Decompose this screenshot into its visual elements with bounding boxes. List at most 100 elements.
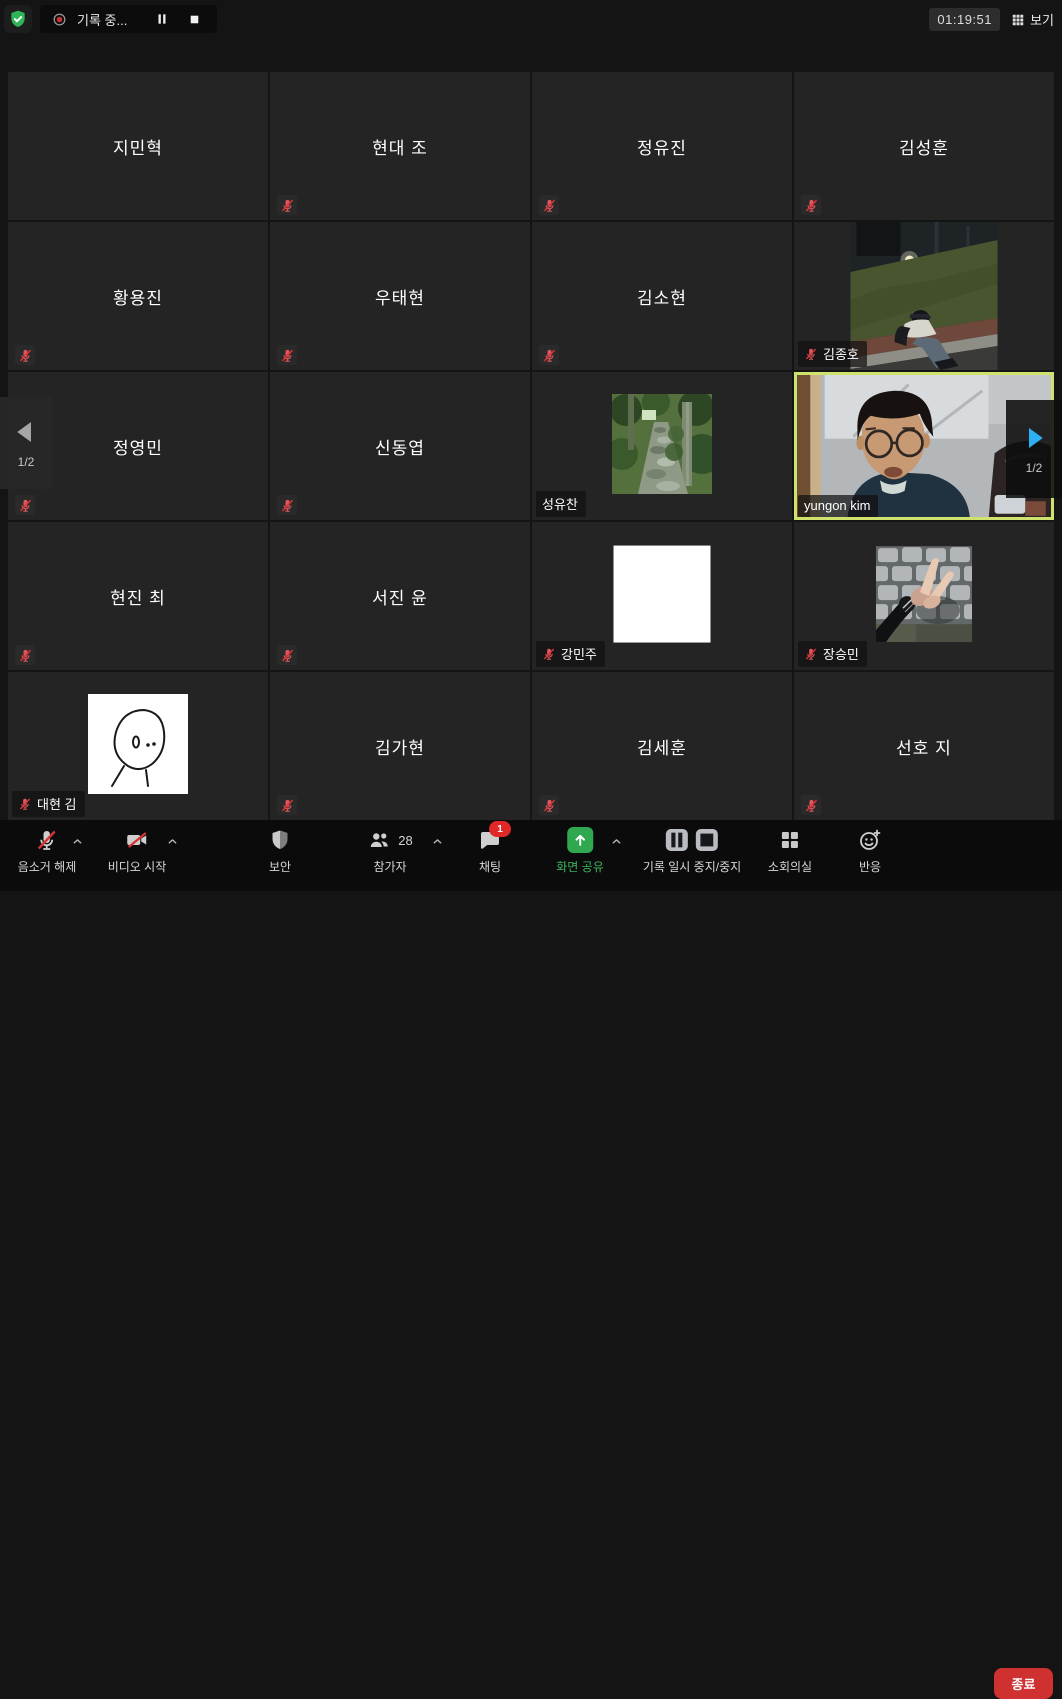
breakout-rooms-button[interactable]: 소회의실 [768, 827, 812, 875]
security-button[interactable]: 보안 [268, 827, 292, 875]
participants-icon [367, 828, 391, 852]
chat-unread-badge: 1 [489, 821, 511, 837]
mic-muted-icon [277, 495, 297, 515]
page-indicator: 1/2 [18, 455, 35, 469]
share-screen-button[interactable]: 화면 공유 [556, 827, 604, 875]
mic-muted-icon [15, 495, 35, 515]
recording-indicator-pill: 기록 중... [40, 5, 217, 33]
view-button[interactable]: 보기 [1011, 8, 1054, 31]
meeting-top-bar: 기록 중... 01:19:51 보기 [0, 0, 1062, 40]
grid-view-icon [1011, 13, 1025, 27]
participant-name-label: 성유찬 [536, 491, 586, 517]
participant-tile[interactable]: 우태현 [270, 222, 530, 370]
participant-name: 서진 윤 [270, 522, 530, 670]
participant-tile[interactable]: 김세훈 [532, 672, 792, 820]
participant-tile[interactable]: 신동엽 [270, 372, 530, 520]
mic-muted-icon [539, 795, 559, 815]
participant-tile[interactable]: 김종호 [794, 222, 1054, 370]
mic-muted-icon [18, 797, 32, 811]
camera-muted-icon [125, 828, 149, 852]
participant-tile[interactable]: 현진 최 [8, 522, 268, 670]
participant-name: 김소현 [532, 222, 792, 370]
participant-name: 선호 지 [794, 672, 1054, 820]
participant-tile[interactable]: 김성훈 [794, 72, 1054, 220]
participant-name: 김가현 [270, 672, 530, 820]
participant-name: 김세훈 [532, 672, 792, 820]
security-encryption-button[interactable] [4, 5, 32, 33]
participant-tile[interactable]: 성유찬 [532, 372, 792, 520]
mic-muted-icon [277, 195, 297, 215]
next-page-arrow-icon [1019, 423, 1049, 453]
next-page-button[interactable]: 1/2 [1006, 400, 1062, 498]
mic-muted-icon [15, 645, 35, 665]
participant-name: 황용진 [8, 222, 268, 370]
participant-gallery: 지민혁 현대 조 정유진 김성훈 황용진 우태현 김소현 [8, 72, 1054, 820]
pause-icon [155, 12, 169, 26]
participant-name-label: yungon kim [798, 495, 878, 517]
mic-muted-icon [804, 347, 818, 361]
video-thumbnail-hand-peace [876, 546, 972, 642]
mic-muted-icon [804, 647, 818, 661]
unmute-button[interactable]: 음소거 해제 [18, 827, 77, 875]
video-thumbnail-white-square [614, 546, 711, 643]
participant-tile[interactable]: 장승민 [794, 522, 1054, 670]
participant-name-label: 강민주 [536, 641, 605, 667]
participant-tile[interactable]: 황용진 [8, 222, 268, 370]
recording-status-text: 기록 중... [77, 10, 127, 29]
participant-tile[interactable]: 김가현 [270, 672, 530, 820]
meeting-toolbar: 음소거 해제 비디오 시작 보안 28 참가자 1 채팅 화면 공유 [0, 820, 1062, 891]
stop-icon [188, 13, 201, 26]
previous-page-button[interactable]: 1/2 [0, 397, 52, 489]
participant-tile[interactable]: 강민주 [532, 522, 792, 670]
mic-muted-icon [35, 828, 59, 852]
mic-muted-icon [539, 195, 559, 215]
mic-muted-icon [801, 195, 821, 215]
mic-muted-icon [542, 647, 556, 661]
audio-options-caret[interactable] [71, 835, 85, 849]
participant-tile[interactable]: 지민혁 [8, 72, 268, 220]
participant-name-label: 김종호 [798, 341, 867, 367]
participants-button[interactable]: 28 참가자 [367, 827, 412, 875]
video-thumbnail-stone-path [612, 394, 712, 494]
chat-button[interactable]: 1 채팅 [478, 827, 502, 875]
participants-options-caret[interactable] [431, 835, 445, 849]
stop-recording-button[interactable] [696, 829, 718, 851]
end-meeting-button[interactable]: 종료 [994, 1668, 1053, 1699]
participant-name: 우태현 [270, 222, 530, 370]
participant-tile[interactable]: 정유진 [532, 72, 792, 220]
shield-check-icon [8, 9, 28, 29]
start-video-button[interactable]: 비디오 시작 [108, 827, 167, 875]
participant-tile[interactable]: 대현 김 [8, 672, 268, 820]
mic-muted-icon [801, 795, 821, 815]
participant-name-label: 대현 김 [12, 791, 85, 817]
mic-muted-icon [277, 795, 297, 815]
shield-icon [268, 828, 292, 852]
participant-tile[interactable]: 김소현 [532, 222, 792, 370]
participant-tile[interactable]: 현대 조 [270, 72, 530, 220]
previous-page-arrow-icon [11, 417, 41, 447]
mic-muted-icon [277, 645, 297, 665]
participant-tile[interactable]: 선호 지 [794, 672, 1054, 820]
video-thumbnail-face-doodle [88, 694, 188, 794]
participant-name: 김성훈 [794, 72, 1054, 220]
page-indicator: 1/2 [1026, 461, 1043, 475]
participants-count: 28 [398, 833, 412, 848]
stop-icon [696, 828, 718, 852]
record-dot-icon [52, 12, 67, 27]
breakout-rooms-icon [778, 828, 802, 852]
reactions-smiley-icon [858, 828, 882, 852]
mic-muted-icon [15, 345, 35, 365]
meeting-timer: 01:19:51 [929, 8, 1000, 31]
recording-controls: 기록 일시 중지/중지 [643, 827, 741, 875]
participant-tile[interactable]: 서진 윤 [270, 522, 530, 670]
stop-recording-button[interactable] [183, 8, 205, 30]
pause-recording-button[interactable] [151, 8, 173, 30]
pause-recording-button[interactable] [666, 829, 688, 851]
participant-name: 신동엽 [270, 372, 530, 520]
reactions-button[interactable]: 반응 [858, 827, 882, 875]
share-options-caret[interactable] [610, 835, 624, 849]
participant-name-label: 장승민 [798, 641, 867, 667]
mic-muted-icon [277, 345, 297, 365]
video-options-caret[interactable] [166, 835, 180, 849]
pause-icon [666, 828, 688, 852]
